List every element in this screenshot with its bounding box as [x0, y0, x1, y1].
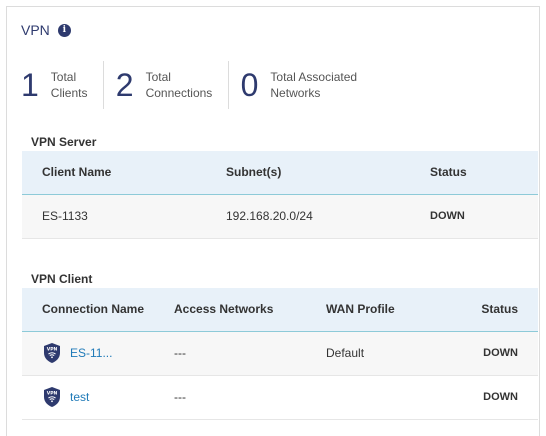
stat-value: 1 [21, 66, 39, 103]
svg-text:VPN: VPN [47, 391, 58, 397]
stat-value: 2 [115, 66, 134, 103]
stat-total-clients: 1 Total Clients [21, 61, 91, 109]
vpn-title: VPN [21, 22, 50, 38]
table-row: ES-1133 192.168.20.0/24 DOWN [22, 194, 538, 239]
card-title: VPN i [21, 22, 71, 38]
connection-name-link[interactable]: ES-11... [70, 346, 112, 360]
access-networks-link[interactable]: --- [154, 331, 306, 376]
connection-name-cell: VPN ES-11... [22, 331, 154, 376]
stat-label: Total Associated Networks [270, 70, 358, 100]
column-header-access-networks[interactable]: Access Networks [154, 288, 306, 332]
info-icon[interactable]: i [57, 23, 71, 37]
status-badge: DOWN [410, 194, 538, 239]
table-row: VPN ES-11... --- Default DOWN [22, 331, 538, 376]
subnet-cell: 192.168.20.0/24 [206, 194, 410, 239]
status-badge: DOWN [436, 331, 538, 376]
column-header-connection-name[interactable]: Connection Name [22, 288, 154, 332]
wan-profile-cell: Default [306, 331, 436, 376]
vpn-client-table: Connection Name Access Networks WAN Prof… [22, 288, 538, 420]
table-row: VPN test --- DOWN [22, 375, 538, 420]
column-header-status[interactable]: Status [410, 151, 538, 195]
stats-summary: 1 Total Clients 2 Total Connections 0 To… [21, 61, 390, 109]
svg-text:VPN: VPN [47, 347, 58, 353]
table-header-row: Client Name Subnet(s) Status [22, 151, 538, 195]
column-header-status[interactable]: Status [436, 288, 538, 332]
vpn-shield-icon: VPN [44, 343, 60, 363]
stat-label: Total Clients [50, 70, 88, 100]
wan-profile-cell [306, 375, 436, 420]
client-name-link[interactable]: ES-1133 [22, 194, 206, 239]
column-header-wan-profile[interactable]: WAN Profile [306, 288, 436, 332]
connection-name-cell: VPN test [22, 375, 154, 420]
connection-name-link[interactable]: test [70, 390, 89, 404]
status-badge: DOWN [436, 375, 538, 420]
vpn-shield-icon: VPN [44, 387, 60, 407]
divider [227, 61, 229, 109]
vpn-client-title: VPN Client [31, 272, 93, 286]
vpn-server-title: VPN Server [31, 135, 97, 149]
access-networks-link[interactable]: --- [154, 375, 306, 420]
vpn-server-table: Client Name Subnet(s) Status ES-1133 192… [22, 151, 538, 239]
column-header-subnets[interactable]: Subnet(s) [206, 151, 410, 195]
table-header-row: Connection Name Access Networks WAN Prof… [22, 288, 538, 332]
divider [102, 61, 104, 109]
stat-total-associated-networks: 0 Total Associated Networks [241, 61, 391, 109]
stat-label: Total Connections [145, 70, 213, 100]
vpn-card: VPN i 1 Total Clients 2 Total Connection… [6, 6, 540, 436]
stat-total-connections: 2 Total Connections [116, 61, 216, 109]
column-header-client-name[interactable]: Client Name [22, 151, 206, 195]
stat-value: 0 [240, 66, 259, 103]
